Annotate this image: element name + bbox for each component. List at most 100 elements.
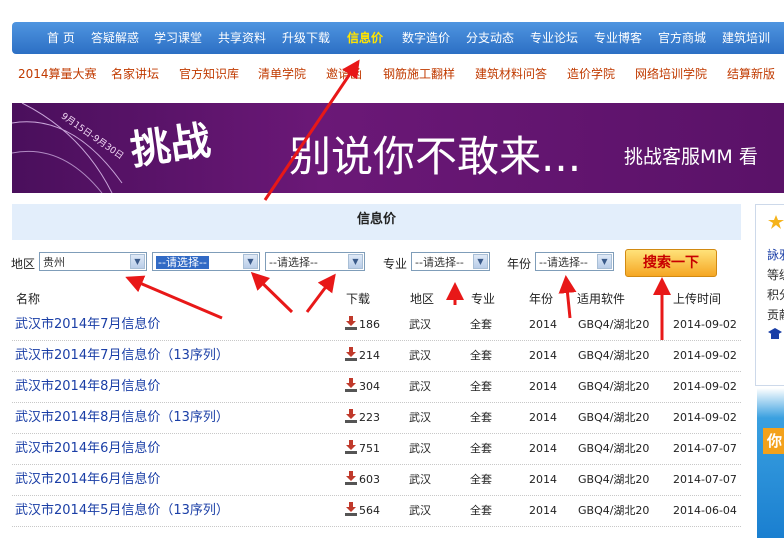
software-cell: GBQ4/湖北20 [578,380,650,393]
software-cell: GBQ4/湖北20 [578,411,650,424]
download-icon [345,378,357,392]
nav-forum[interactable]: 专业论坛 [530,22,578,54]
nav-branch[interactable]: 分支动态 [466,22,514,54]
year-cell: 2014 [529,380,557,393]
graduation-cap-icon [768,328,782,339]
col-header-major: 专业 [471,292,496,306]
col-header-name: 名称 [16,292,41,306]
download-cell[interactable]: 304 [345,372,380,402]
sub-nav-materials[interactable]: 建筑材料问答 [475,64,547,84]
nav-digital[interactable]: 数字造价 [402,22,450,54]
download-icon [345,471,357,485]
download-cell[interactable]: 603 [345,465,380,495]
price-file-link[interactable]: 武汉市2014年7月信息价（13序列） [15,341,229,371]
sub-nav-cost[interactable]: 造价学院 [567,64,615,84]
star-icon [768,215,784,229]
district-select[interactable]: --请选择-- ▼ [265,252,365,271]
sub-nav-rebar[interactable]: 钢筋施工翻样 [383,64,455,84]
upload-date-cell: 2014-09-02 [673,318,737,331]
download-count: 751 [359,442,380,455]
sub-nav-online[interactable]: 网络培训学院 [635,64,707,84]
sub-nav-contest[interactable]: 2014算量大赛 [18,64,97,84]
price-file-link[interactable]: 武汉市2014年8月信息价（13序列） [15,403,229,433]
chevron-down-icon: ▼ [243,254,258,269]
region-cell: 武汉 [409,411,431,424]
year-cell: 2014 [529,442,557,455]
nav-info-price[interactable]: 信息价 [347,22,383,54]
table-row: 武汉市2014年7月信息价 186 武汉 全套 2014 GBQ4/湖北20 2014-09… [12,310,741,341]
region-cell: 武汉 [409,349,431,362]
upload-date-cell: 2014-06-04 [673,504,737,517]
chevron-down-icon: ▼ [473,254,488,269]
nav-download[interactable]: 升级下载 [282,22,330,54]
nav-shared[interactable]: 共享资料 [218,22,266,54]
software-cell: GBQ4/湖北20 [578,473,650,486]
price-file-link[interactable]: 武汉市2014年6月信息价 [15,434,160,464]
year-select[interactable]: --请选择-- ▼ [535,252,614,271]
major-cell: 全套 [470,504,492,517]
sub-nav-lecture[interactable]: 名家讲坛 [111,64,159,84]
year-cell: 2014 [529,349,557,362]
download-count: 304 [359,380,380,393]
nav-blog[interactable]: 专业博客 [594,22,642,54]
region-cell: 武汉 [409,442,431,455]
arrow-to-district-select [305,273,336,313]
banner-slogan: 别说你不敢来... [289,132,582,181]
region-select-value: 贵州 [43,256,65,269]
software-cell: GBQ4/湖北20 [578,442,650,455]
promo-banner[interactable]: 9月15日-9月30日 挑战 别说你不敢来... 挑战客服MM 看 [12,103,784,193]
sidebar-promo[interactable]: 你 [757,388,784,538]
region-cell: 武汉 [409,380,431,393]
nav-home[interactable]: 首 页 [47,22,75,54]
software-cell: GBQ4/湖北20 [578,318,650,331]
software-cell: GBQ4/湖北20 [578,504,650,517]
price-file-link[interactable]: 武汉市2014年8月信息价 [15,372,160,402]
banner-service-text: 挑战客服MM 看 [624,146,758,168]
top-nav: 首 页 答疑解惑 学习课堂 共享资料 升级下载 信息价 数字造价 分支动态 专业… [12,22,784,54]
sub-nav-knowledge[interactable]: 官方知识库 [179,64,239,84]
sidebar-username[interactable]: 詠邪 [767,246,784,263]
major-cell: 全套 [470,318,492,331]
nav-classroom[interactable]: 学习课堂 [154,22,202,54]
city-select-value: --请选择-- [156,256,209,269]
search-button[interactable]: 搜索一下 [625,249,717,277]
table-row: 武汉市2014年7月信息价（13序列） 214 武汉 全套 2014 GBQ4/湖北20 2… [12,341,741,372]
chevron-down-icon: ▼ [130,254,145,269]
download-cell[interactable]: 214 [345,341,380,371]
download-icon [345,440,357,454]
chevron-down-icon: ▼ [348,254,363,269]
download-count: 564 [359,504,380,517]
price-file-link[interactable]: 武汉市2014年7月信息价 [15,310,160,340]
price-file-link[interactable]: 武汉市2014年6月信息价 [15,465,160,495]
year-cell: 2014 [529,318,557,331]
sidebar-contribution: 贡献 [767,308,784,322]
major-select[interactable]: --请选择-- ▼ [411,252,490,271]
nav-qa[interactable]: 答疑解惑 [91,22,139,54]
table-row: 武汉市2014年6月信息价 751 武汉 全套 2014 GBQ4/湖北20 2014-07… [12,434,741,465]
year-cell: 2014 [529,411,557,424]
table-row: 武汉市2014年8月信息价（13序列） 223 武汉 全套 2014 GBQ4/湖北20 2… [12,403,741,434]
download-cell[interactable]: 223 [345,403,380,433]
major-cell: 全套 [470,442,492,455]
sub-nav-bill[interactable]: 清单学院 [258,64,306,84]
city-select[interactable]: --请选择-- ▼ [152,252,260,271]
chevron-down-icon: ▼ [597,254,612,269]
download-cell[interactable]: 186 [345,310,380,340]
region-select[interactable]: 贵州 ▼ [39,252,147,271]
sub-nav-invite[interactable]: 邀请函 [326,64,362,84]
nav-training[interactable]: 建筑培训 [722,22,770,54]
year-cell: 2014 [529,473,557,486]
table-row: 武汉市2014年5月信息价（13序列） 564 武汉 全套 2014 GBQ4/湖北20 2… [12,496,741,527]
sidebar-points: 积分 [767,288,784,302]
download-cell[interactable]: 564 [345,496,380,526]
col-header-software: 适用软件 [577,292,626,306]
nav-mall[interactable]: 官方商城 [658,22,706,54]
download-count: 603 [359,473,380,486]
col-header-upload-time: 上传时间 [673,292,722,306]
sub-nav-settlement[interactable]: 结算新版 [727,64,775,84]
major-cell: 全套 [470,349,492,362]
price-file-link[interactable]: 武汉市2014年5月信息价（13序列） [15,496,229,526]
major-cell: 全套 [470,411,492,424]
info-price-header: 信息价 [12,204,741,240]
download-cell[interactable]: 751 [345,434,380,464]
